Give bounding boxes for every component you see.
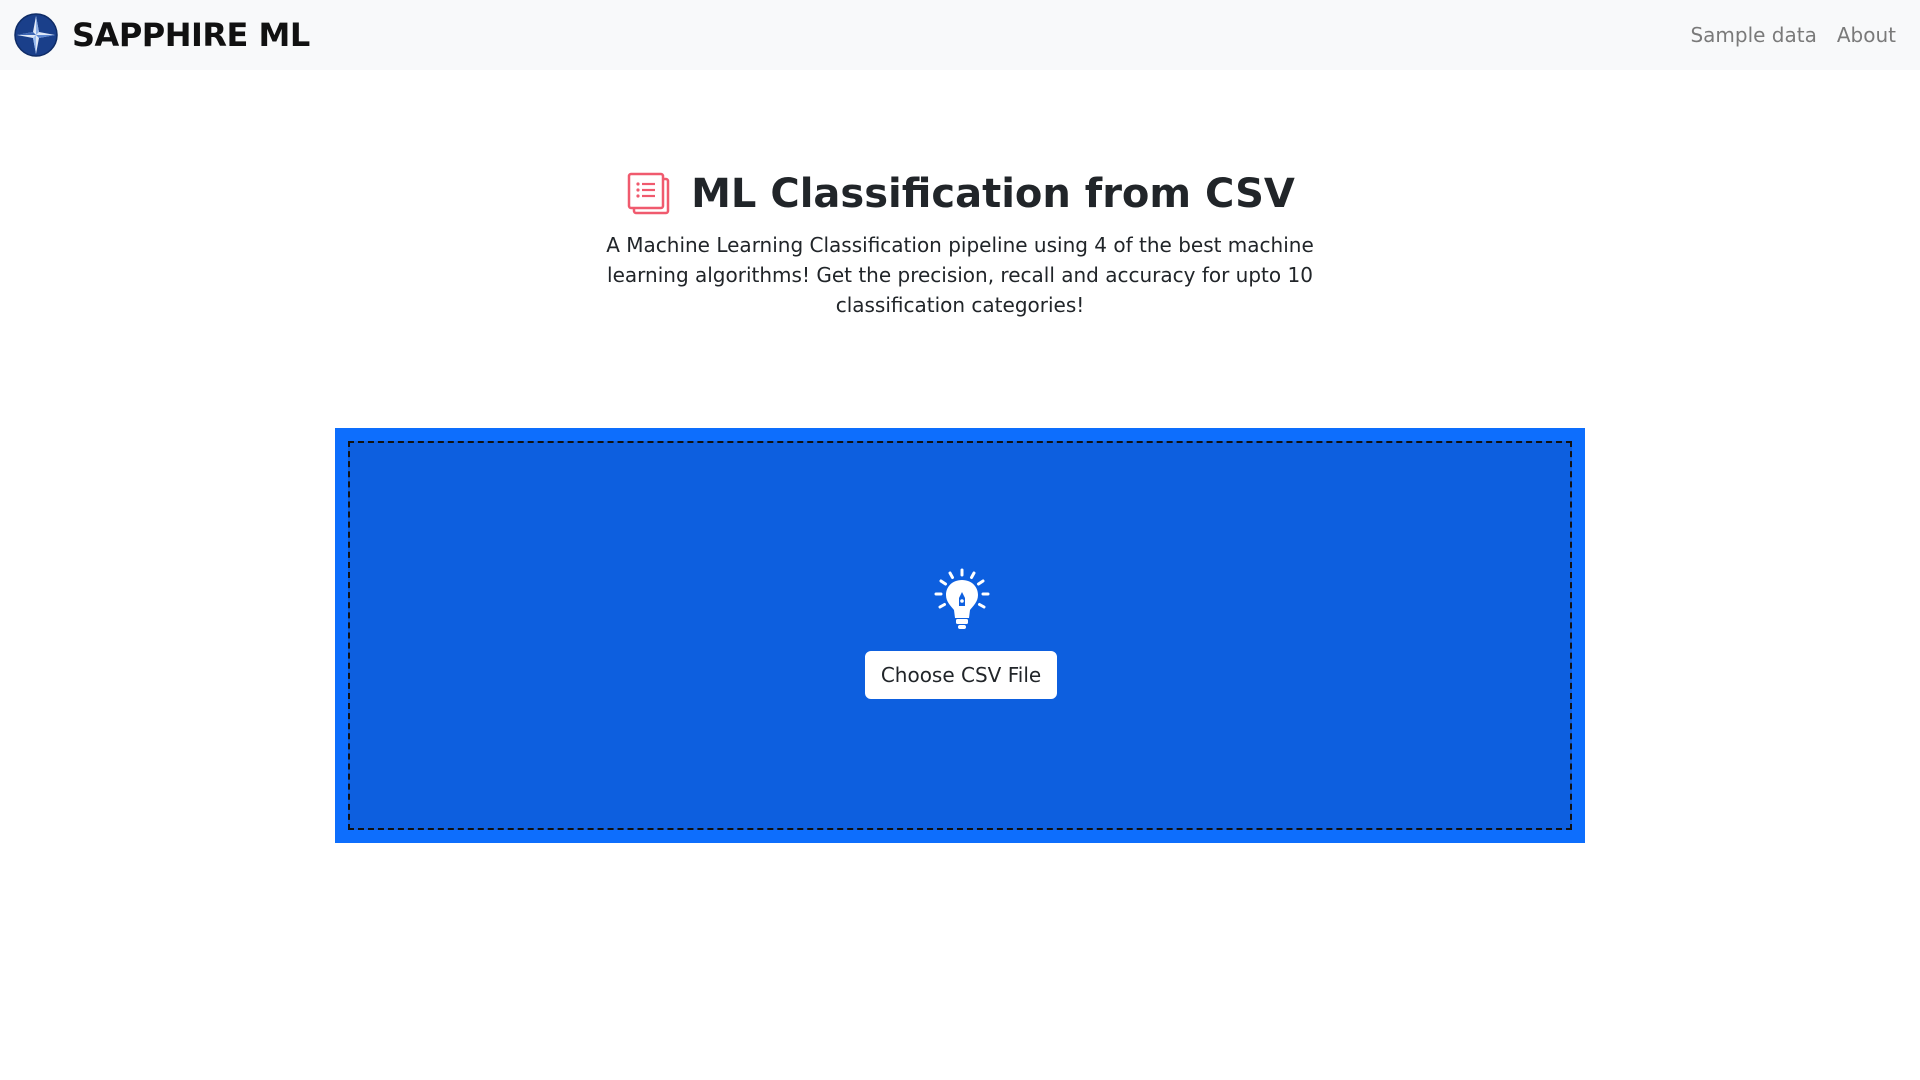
page-subtitle: A Machine Learning Classification pipeli… — [606, 233, 1314, 317]
nav-links: Sample data About — [1670, 0, 1896, 70]
lightbulb-icon — [934, 568, 990, 629]
brand-text: SAPPHIRE ML — [72, 16, 310, 54]
hero: ML Classification from CSV A Machine Lea… — [0, 164, 1920, 320]
nav-link-about[interactable]: About — [1837, 23, 1896, 47]
nav-link-sample-data[interactable]: Sample data — [1690, 23, 1816, 47]
upload-dropzone[interactable]: Choose CSV File — [335, 428, 1585, 843]
brand[interactable]: SAPPHIRE ML — [14, 13, 310, 57]
sapphire-logo-icon — [14, 13, 58, 57]
document-list-icon — [627, 172, 670, 215]
page-title: ML Classification from CSV — [691, 171, 1295, 217]
title-row: ML Classification from CSV — [0, 164, 1920, 224]
navbar: SAPPHIRE ML Sample data About — [0, 0, 1920, 70]
dropzone-dashed-area[interactable]: Choose CSV File — [348, 441, 1572, 830]
choose-csv-file-button[interactable]: Choose CSV File — [865, 651, 1057, 699]
